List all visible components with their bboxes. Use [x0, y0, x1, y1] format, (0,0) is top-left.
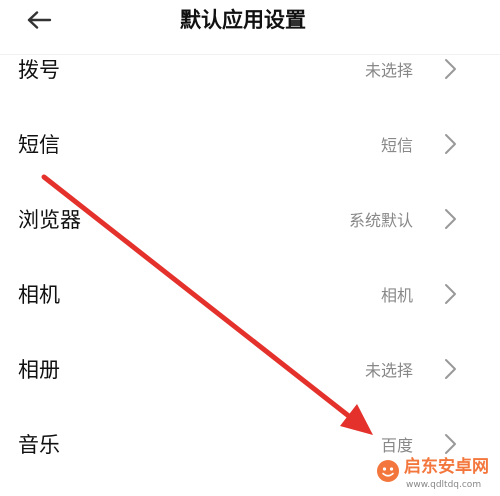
page-title: 默认应用设置: [180, 8, 306, 32]
row-value: 百度: [380, 435, 413, 455]
app-header: 默认应用设置: [0, 0, 500, 55]
default-app-list: 拨号 未选择 短信 短信 浏览器 系统默认 相机 相机 相册 未选择 音乐 百度: [0, 31, 500, 481]
chevron-right-icon: [445, 133, 456, 154]
watermark-name: 启东安卓网: [404, 457, 489, 477]
row-label: 相册: [18, 357, 60, 382]
row-value: 未选择: [364, 360, 413, 380]
logo-icon: [377, 460, 399, 482]
chevron-right-icon: [445, 283, 456, 304]
row-label: 拨号: [18, 57, 60, 82]
default-app-row-browser[interactable]: 浏览器 系统默认: [0, 181, 500, 256]
row-value: 相机: [380, 285, 413, 305]
watermark-url: www.qdltdq.com: [406, 480, 482, 490]
chevron-right-icon: [445, 433, 456, 454]
default-app-row-camera[interactable]: 相机 相机: [0, 256, 500, 331]
default-app-row-sms[interactable]: 短信 短信: [0, 106, 500, 181]
row-value: 未选择: [364, 60, 413, 80]
row-value: 系统默认: [348, 210, 413, 230]
watermark: 启东安卓网 www.qdltdq.com: [376, 456, 498, 494]
default-app-row-gallery[interactable]: 相册 未选择: [0, 331, 500, 406]
row-label: 音乐: [18, 432, 60, 457]
chevron-right-icon: [445, 358, 456, 379]
chevron-right-icon: [445, 208, 456, 229]
row-label: 相机: [18, 282, 60, 307]
row-label: 浏览器: [18, 207, 81, 232]
row-value: 短信: [380, 135, 413, 155]
chevron-right-icon: [445, 58, 456, 79]
row-label: 短信: [18, 132, 60, 157]
